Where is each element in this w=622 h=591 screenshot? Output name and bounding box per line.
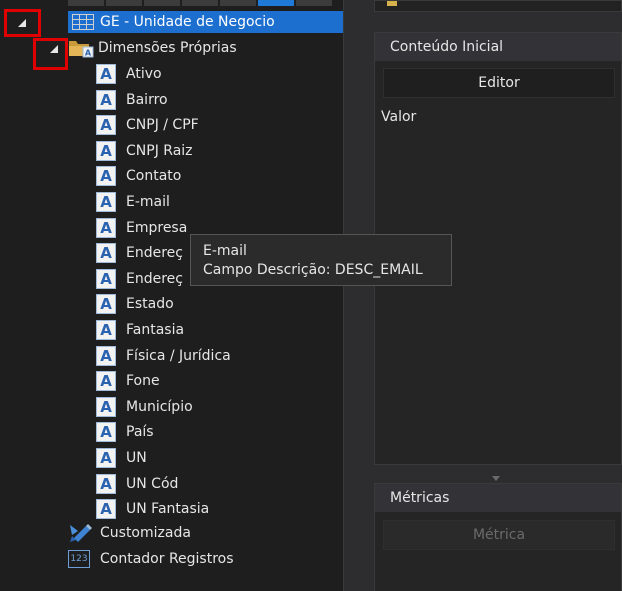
tree-attribute-item[interactable]: A UN Fantasia: [96, 497, 209, 521]
tree-panel: GE - Unidade de Negocio A Dimensões Próp…: [0, 0, 344, 591]
attribute-icon: A: [96, 499, 116, 519]
tree-attribute-item[interactable]: A Empresa: [96, 216, 187, 240]
tree-attribute-item[interactable]: A Fantasia: [96, 318, 184, 342]
attribute-icon: A: [96, 397, 116, 417]
attribute-icon: A: [96, 371, 116, 391]
attribute-icon: A: [96, 448, 116, 468]
toolbar-button[interactable]: [106, 0, 142, 6]
attribute-icon: A: [96, 218, 116, 238]
tree-attribute-label: Endereç: [126, 245, 183, 261]
tree-attribute-item[interactable]: A CNPJ Raiz: [96, 139, 193, 163]
folder-icon: [387, 1, 397, 6]
tree-toolbar: [68, 0, 344, 6]
attribute-icon: A: [96, 422, 116, 442]
value-label: Valor: [381, 109, 417, 125]
tree-attribute-label: Fone: [126, 373, 160, 389]
tree-attribute-label: Empresa: [126, 220, 188, 236]
toolbar-button[interactable]: [220, 0, 256, 6]
tree-attribute-item[interactable]: A CNPJ / CPF: [96, 113, 199, 137]
folder-icon: A: [68, 38, 94, 58]
collapse-caret-icon[interactable]: [492, 470, 500, 481]
section-header-initial-content: Conteúdo Inicial: [375, 33, 621, 61]
counter-icon: 123: [68, 550, 90, 568]
metrics-section: Métricas Métrica: [374, 483, 622, 591]
tree-attribute-item[interactable]: A Ativo: [96, 62, 162, 86]
attribute-icon: A: [96, 141, 116, 161]
tree-group-label: Dimensões Próprias: [98, 40, 237, 56]
toolbar-button[interactable]: [68, 0, 104, 6]
tree-attribute-item[interactable]: A Fone: [96, 369, 160, 393]
tree-custom-node[interactable]: Customizada: [68, 521, 191, 545]
attribute-icon: A: [96, 294, 116, 314]
collapse-arrow-icon[interactable]: [17, 18, 27, 28]
top-strip: [374, 0, 622, 12]
tree-attribute-label: País: [126, 424, 154, 440]
tree-attribute-item[interactable]: A E-mail: [96, 190, 170, 214]
collapse-arrow-icon[interactable]: [49, 44, 59, 54]
tree-attribute-label: CNPJ / CPF: [126, 117, 199, 133]
attribute-icon: A: [96, 269, 116, 289]
attribute-icon: A: [96, 243, 116, 263]
tree-attribute-item[interactable]: A Estado: [96, 292, 174, 316]
tree-attribute-label: UN Fantasia: [126, 501, 210, 517]
tree-attribute-label: Bairro: [126, 92, 168, 108]
tree-attribute-item[interactable]: A Física / Jurídica: [96, 344, 231, 368]
tree-attribute-label: Contato: [126, 168, 182, 184]
toolbar-button[interactable]: [144, 0, 180, 6]
attribute-icon: A: [96, 346, 116, 366]
tree-attribute-label: UN: [126, 450, 147, 466]
toolbar-button[interactable]: [296, 0, 332, 6]
toolbar-button-active[interactable]: [258, 0, 294, 6]
tree-group-node[interactable]: A Dimensões Próprias: [68, 36, 237, 60]
tree-attribute-item[interactable]: A UN: [96, 446, 147, 470]
tree-attribute-label: Município: [126, 399, 193, 415]
attribute-icon: A: [96, 115, 116, 135]
pencil-icon: [68, 522, 92, 544]
tree-root-node[interactable]: GE - Unidade de Negocio: [68, 11, 343, 33]
attribute-icon: A: [96, 166, 116, 186]
attribute-icon: A: [96, 192, 116, 212]
tree-custom-label: Customizada: [100, 525, 191, 541]
editor-button[interactable]: Editor: [383, 68, 615, 98]
attribute-icon: A: [96, 64, 116, 84]
attribute-icon: A: [96, 474, 116, 494]
tree-attribute-item[interactable]: A Endereç: [96, 267, 183, 291]
tree-attribute-label: CNPJ Raiz: [126, 143, 193, 159]
tree-attribute-label: UN Cód: [126, 476, 179, 492]
tree-attribute-item[interactable]: A UN Cód: [96, 472, 178, 496]
tree-attribute-label: E-mail: [126, 194, 170, 210]
metric-button[interactable]: Métrica: [383, 520, 615, 550]
highlight-box-group: [33, 38, 68, 70]
tree-attribute-item[interactable]: A Bairro: [96, 88, 168, 112]
tooltip: E-mail Campo Descrição: DESC_EMAIL: [190, 234, 452, 286]
tree-attribute-item[interactable]: A País: [96, 420, 154, 444]
tree-attribute-label: Física / Jurídica: [126, 348, 231, 364]
tooltip-detail: Campo Descrição: DESC_EMAIL: [203, 262, 423, 278]
tree-counter-node[interactable]: 123 Contador Registros: [68, 547, 234, 571]
toolbar-button[interactable]: [182, 0, 218, 6]
svg-text:A: A: [85, 49, 92, 58]
tree-counter-label: Contador Registros: [100, 551, 234, 567]
tree-attribute-item[interactable]: A Endereç: [96, 241, 183, 265]
properties-panel: Conteúdo Inicial Editor Valor Métricas M…: [344, 0, 622, 591]
section-header-metrics: Métricas: [375, 484, 621, 512]
table-icon: [72, 14, 94, 30]
attribute-icon: A: [96, 320, 116, 340]
tree-attribute-label: Estado: [126, 296, 174, 312]
tree-attribute-label: Fantasia: [126, 322, 185, 338]
tree-attribute-label: Endereç: [126, 271, 183, 287]
tree-root-label: GE - Unidade de Negocio: [100, 14, 275, 30]
tree-attribute-label: Ativo: [126, 66, 162, 82]
tree-attribute-item[interactable]: A Contato: [96, 164, 181, 188]
tooltip-title: E-mail: [203, 243, 247, 259]
tree-attribute-item[interactable]: A Município: [96, 395, 193, 419]
attribute-icon: A: [96, 90, 116, 110]
